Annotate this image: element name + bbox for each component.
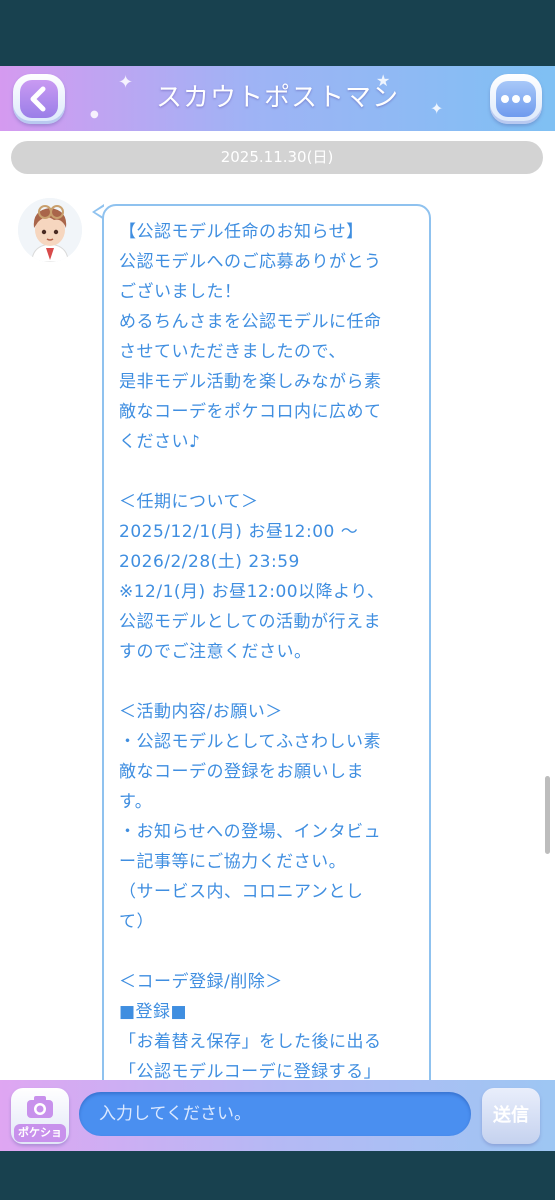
more-dots-icon	[496, 81, 536, 117]
message-line: ＜コーデ登録/削除＞	[119, 972, 283, 992]
chevron-left-icon	[30, 86, 46, 112]
input-bar: ポケショ 入力してください。 送信	[0, 1080, 555, 1151]
message-line: ー記事等にご協力ください。	[119, 852, 347, 872]
header-bar: ✦ ★ ✦ ● スカウトポストマン	[0, 66, 555, 131]
message-line	[119, 457, 415, 487]
send-button[interactable]: 送信	[482, 1088, 540, 1144]
message-line: 是非モデル活動を楽しみながら素	[119, 372, 382, 392]
chat-screen: ✦ ★ ✦ ● スカウトポストマン 2025.11.30(日) 【公認モデル任命…	[0, 66, 555, 1151]
message-bubble: 【公認モデル任命のお知らせ】 公認モデルへのご応募ありがとう ございました！ め…	[102, 204, 431, 1151]
date-separator: 2025.11.30(日)	[11, 141, 543, 174]
back-button[interactable]	[13, 74, 65, 124]
message-line: 敵なコーデの登録をお願いしま	[119, 762, 364, 782]
message-line	[119, 667, 415, 697]
message-line: ください♪	[119, 432, 201, 452]
message-line: すのでご注意ください。	[119, 642, 312, 662]
message-line: 「お着替え保存」をした後に出る	[119, 1032, 382, 1052]
message-line: ございました！	[119, 282, 242, 302]
avatar-image	[18, 198, 82, 262]
message-line: て）	[119, 912, 154, 932]
menu-button[interactable]	[490, 74, 542, 124]
camera-icon	[27, 1096, 53, 1118]
message-line: させていただきましたので、	[119, 342, 346, 362]
message-line: 公認モデルへのご応募ありがとう	[119, 252, 382, 272]
message-line: 【公認モデル任命のお知らせ】	[119, 222, 364, 242]
message-input[interactable]: 入力してください。	[79, 1092, 471, 1136]
message-line: ※12/1(月) お昼12:00以降より、	[119, 582, 385, 602]
message-line: ＜任期について＞	[119, 492, 259, 512]
message-line: 公認モデルとしての活動が行えま	[119, 612, 381, 632]
message-line: ・公認モデルとしてふさわしい素	[119, 732, 381, 752]
message-line: 敵なコーデをポケコロ内に広めて	[119, 402, 382, 422]
scrollbar[interactable]	[545, 776, 550, 854]
camera-label: ポケショ	[14, 1124, 66, 1142]
message-line: ■登録■	[119, 1002, 188, 1022]
page-title: スカウトポストマン	[155, 83, 399, 113]
message-line	[119, 937, 415, 967]
message-line: ＜活動内容/お願い＞	[119, 702, 283, 722]
message-line: （サービス内、コロニアンとし	[119, 882, 364, 902]
pokesho-camera-button[interactable]: ポケショ	[11, 1088, 69, 1144]
message-line: めるちんさまを公認モデルに任命	[119, 312, 382, 332]
message-line: ・お知らせへの登場、インタビュ	[119, 822, 382, 842]
message-line: 2026/2/28(土) 23:59	[119, 552, 300, 572]
message-line: す。	[119, 792, 153, 812]
sender-avatar[interactable]	[18, 198, 82, 262]
message-line: 2025/12/1(月) お昼12:00 〜	[119, 522, 359, 542]
